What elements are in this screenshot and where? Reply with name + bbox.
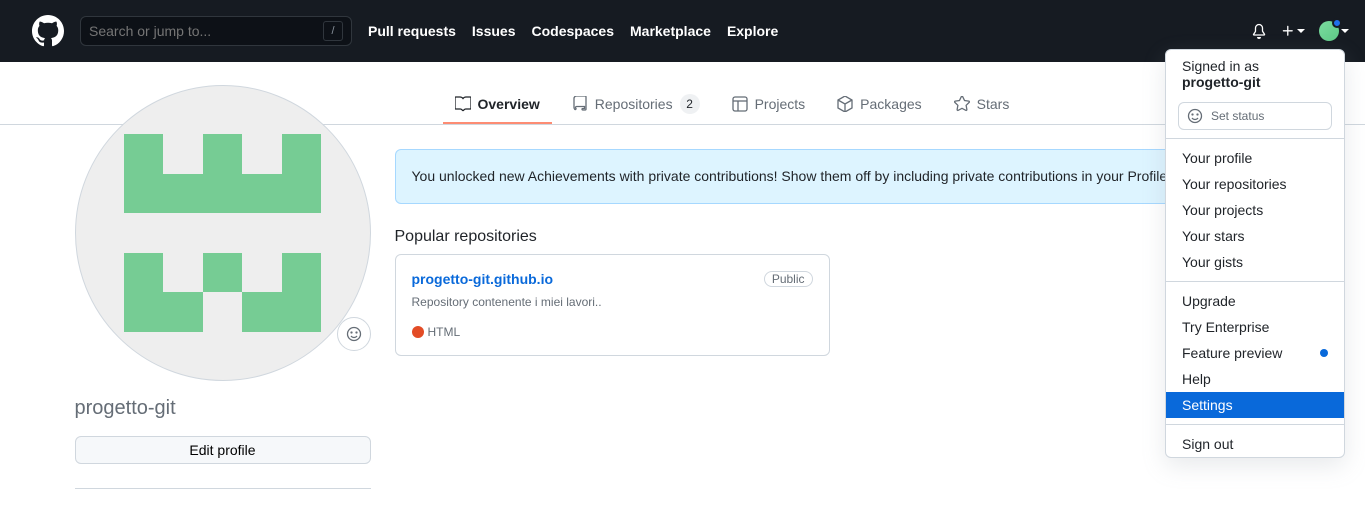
edit-profile-button[interactable]: Edit profile xyxy=(75,436,371,464)
search-box[interactable]: / xyxy=(80,16,352,46)
global-nav: Pull requests Issues Codespaces Marketpl… xyxy=(368,23,778,39)
menu-your-projects[interactable]: Your projects xyxy=(1166,197,1344,223)
menu-try-enterprise[interactable]: Try Enterprise xyxy=(1166,314,1344,340)
menu-help[interactable]: Help xyxy=(1166,366,1344,392)
menu-sign-out[interactable]: Sign out xyxy=(1166,431,1344,457)
nav-issues[interactable]: Issues xyxy=(472,23,516,39)
banner-text-before: You unlocked new Achievements with priva… xyxy=(412,168,1186,184)
tab-repositories[interactable]: Repositories 2 xyxy=(560,86,712,124)
tab-repositories-label: Repositories xyxy=(595,96,673,112)
create-new-dropdown[interactable] xyxy=(1281,24,1305,38)
menu-your-stars[interactable]: Your stars xyxy=(1166,223,1344,249)
menu-your-gists[interactable]: Your gists xyxy=(1166,249,1344,275)
tab-overview[interactable]: Overview xyxy=(443,86,552,124)
tab-packages-label: Packages xyxy=(860,96,921,112)
repo-description: Repository contenente i miei lavori.. xyxy=(412,295,813,309)
repo-language: HTML xyxy=(412,325,813,339)
main-content: You unlocked new Achievements with priva… xyxy=(395,125,1291,489)
menu-your-repositories[interactable]: Your repositories xyxy=(1166,171,1344,197)
global-header: / Pull requests Issues Codespaces Market… xyxy=(0,0,1365,62)
dropdown-header: Signed in as progetto-git xyxy=(1166,50,1344,94)
search-slash-hint: / xyxy=(323,21,343,41)
username-display: progetto-git xyxy=(75,397,371,420)
achievements-banner: You unlocked new Achievements with priva… xyxy=(395,149,1291,204)
tab-packages[interactable]: Packages xyxy=(825,86,933,124)
repo-visibility-badge: Public xyxy=(764,271,813,287)
notifications-icon[interactable] xyxy=(1251,23,1267,39)
repo-card: progetto-git.github.io Public Repository… xyxy=(395,254,830,356)
nav-codespaces[interactable]: Codespaces xyxy=(532,23,614,39)
user-menu-trigger[interactable] xyxy=(1319,21,1349,41)
tab-projects[interactable]: Projects xyxy=(720,86,818,124)
feature-preview-dot-icon xyxy=(1320,349,1328,357)
set-status-emoji-button[interactable] xyxy=(337,317,371,351)
menu-your-profile[interactable]: Your profile xyxy=(1166,145,1344,171)
set-status-button[interactable]: Set status xyxy=(1178,102,1332,130)
repo-language-label: HTML xyxy=(428,325,461,339)
lang-color-dot xyxy=(412,326,424,338)
nav-pulls[interactable]: Pull requests xyxy=(368,23,456,39)
sidebar-divider xyxy=(75,488,371,489)
nav-marketplace[interactable]: Marketplace xyxy=(630,23,711,39)
user-dropdown: Signed in as progetto-git Set status You… xyxy=(1165,49,1345,458)
menu-upgrade[interactable]: Upgrade xyxy=(1166,288,1344,314)
repositories-count-badge: 2 xyxy=(680,94,700,114)
identicon-icon xyxy=(76,86,370,380)
tab-overview-label: Overview xyxy=(478,96,540,112)
avatar-large[interactable] xyxy=(75,85,371,381)
avatar-icon xyxy=(1319,21,1339,41)
signed-in-user: progetto-git xyxy=(1182,74,1328,90)
signed-in-label: Signed in as xyxy=(1182,58,1259,74)
github-logo-icon[interactable] xyxy=(32,15,64,47)
menu-settings[interactable]: Settings xyxy=(1166,392,1344,418)
repo-name-link[interactable]: progetto-git.github.io xyxy=(412,271,554,287)
search-input[interactable] xyxy=(89,23,323,39)
tab-stars[interactable]: Stars xyxy=(942,86,1022,124)
profile-sidebar: progetto-git Edit profile xyxy=(75,85,371,489)
nav-explore[interactable]: Explore xyxy=(727,23,778,39)
tab-stars-label: Stars xyxy=(977,96,1010,112)
menu-feature-preview[interactable]: Feature preview xyxy=(1166,340,1344,366)
popular-repos-title: Popular repositories xyxy=(395,228,1291,246)
set-status-label: Set status xyxy=(1211,109,1264,123)
tab-projects-label: Projects xyxy=(755,96,806,112)
